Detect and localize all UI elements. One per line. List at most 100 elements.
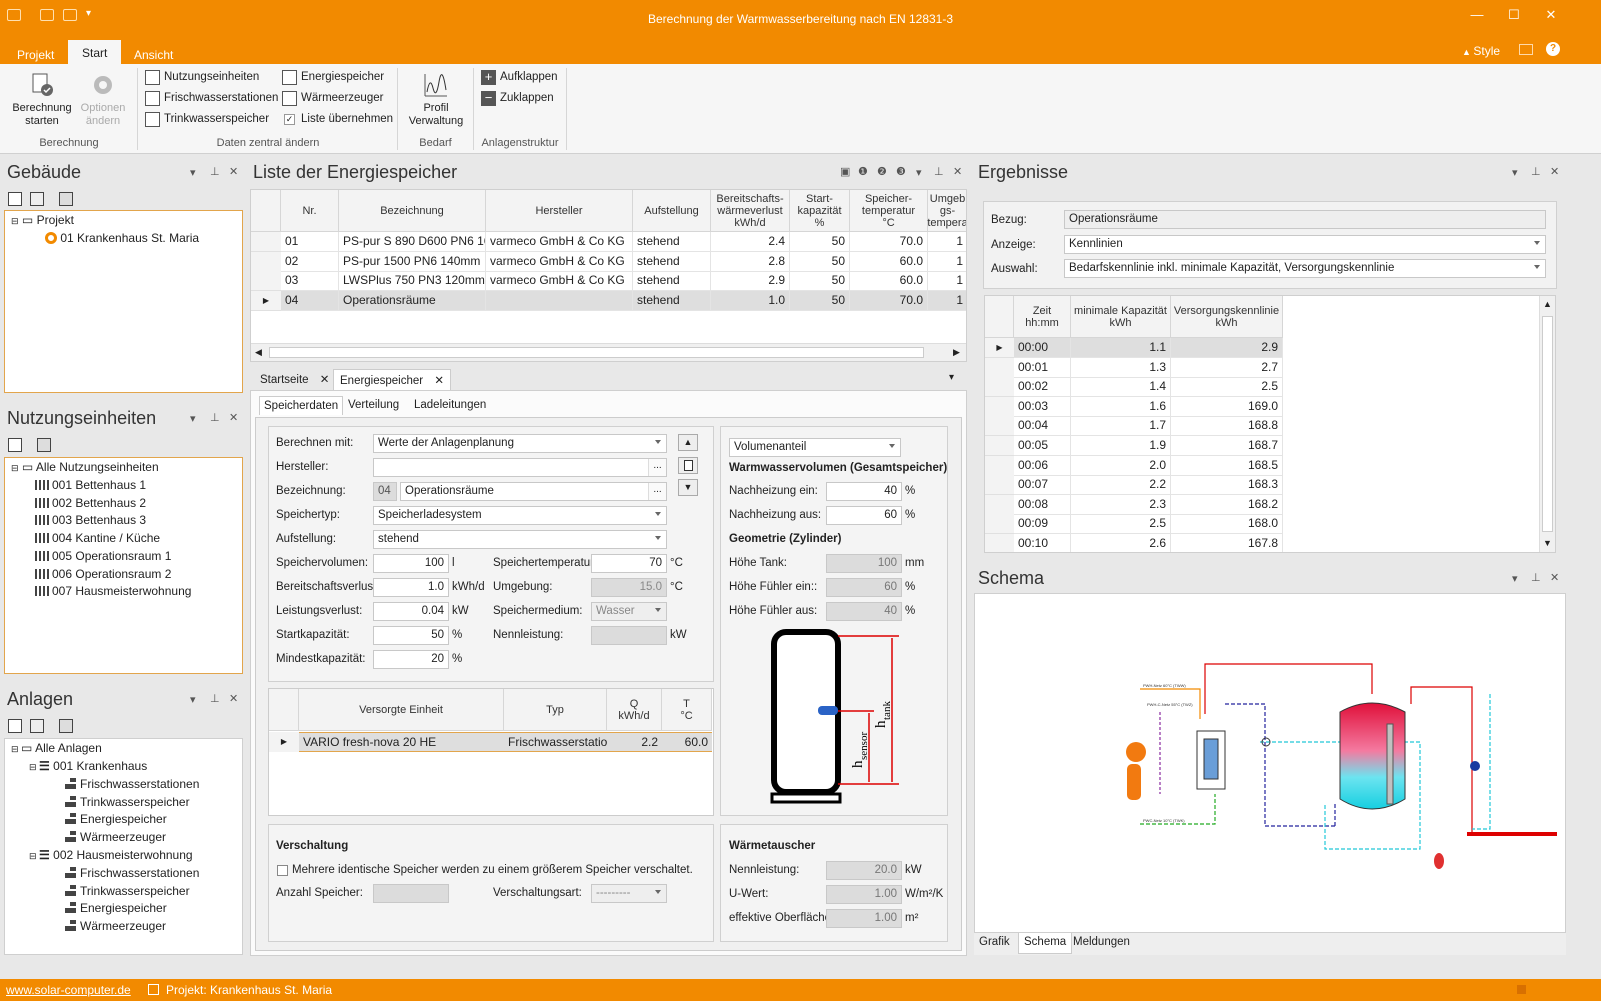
close-icon[interactable]: ✕ — [229, 692, 238, 705]
row-header[interactable] — [251, 251, 281, 272]
settings-icon[interactable] — [30, 719, 44, 733]
table-cell[interactable]: stehend — [633, 290, 711, 311]
tree-item-anlage[interactable]: Frischwasserstationen — [65, 864, 199, 882]
row-header[interactable] — [985, 396, 1014, 417]
table-cell[interactable]: PS-pur S 890 D600 PN6 16... — [339, 232, 486, 252]
table-cell[interactable]: 60.0 — [850, 251, 928, 272]
subtab-speicherdaten[interactable]: Speicherdaten — [259, 396, 344, 415]
style-menu[interactable]: ▲ Style — [1462, 44, 1500, 58]
pin-icon[interactable]: ⊥ — [210, 165, 220, 178]
panel-menu-icon[interactable]: ▾ — [190, 166, 196, 179]
tab-projekt[interactable]: Projekt — [3, 42, 68, 64]
table-cell[interactable]: VARIO fresh-nova 20 HE — [299, 732, 504, 752]
table-cell[interactable]: 00:09 — [1014, 514, 1071, 535]
liste-header[interactable]: Bezeichnung — [339, 190, 486, 232]
tree-item-nutzung[interactable]: 004 Kantine / Küche — [35, 529, 160, 547]
horizontal-scrollbar[interactable]: ◀ ▶ — [251, 343, 966, 361]
subtab-ladeleitungen[interactable]: Ladeleitungen — [414, 399, 486, 411]
anzeige-select[interactable]: Kennlinien — [1064, 235, 1546, 254]
row-header[interactable] — [985, 377, 1014, 398]
table-cell[interactable]: 2.2 — [1071, 475, 1171, 496]
table-cell[interactable]: 00:01 — [1014, 357, 1071, 378]
tree-item-nutzung[interactable]: 001 Bettenhaus 1 — [35, 476, 146, 494]
close-icon[interactable]: ✕ — [1550, 571, 1559, 584]
table-cell[interactable]: 1 — [928, 232, 966, 252]
scroll-up-icon[interactable]: ▲ — [1543, 299, 1552, 309]
tree-group[interactable]: ⊟ ☰ 002 Hausmeisterwohnung — [29, 846, 193, 865]
table-cell[interactable]: 50 — [790, 232, 850, 252]
help-icon[interactable]: ? — [1546, 42, 1560, 56]
new-icon[interactable] — [8, 719, 22, 733]
document-button[interactable] — [678, 457, 698, 474]
table-cell[interactable]: 168.7 — [1171, 436, 1283, 456]
table-cell[interactable]: 00:00 — [1014, 338, 1071, 358]
row-header[interactable] — [251, 271, 281, 291]
table-cell[interactable]: 2.9 — [711, 271, 790, 291]
speichervolumen-input[interactable]: 100 — [373, 554, 449, 573]
waermeerzeuger-button[interactable]: Wärmeerzeuger — [282, 90, 383, 108]
delete-icon[interactable] — [37, 438, 51, 452]
row-header[interactable] — [985, 514, 1014, 535]
table-cell[interactable]: 00:08 — [1014, 494, 1071, 515]
tree-item-anlage[interactable]: Wärmeerzeuger — [65, 828, 166, 846]
table-cell[interactable]: 50 — [790, 271, 850, 291]
copy-icon[interactable] — [30, 192, 44, 206]
pin-icon[interactable]: ⊥ — [210, 692, 220, 705]
table-cell[interactable]: 1.1 — [1071, 338, 1171, 358]
tab-meldungen[interactable]: Meldungen — [1073, 936, 1130, 948]
tree-item-nutzung[interactable]: 007 Hausmeisterwohnung — [35, 582, 191, 600]
table-cell[interactable]: 02 — [281, 251, 339, 272]
versorgt-header[interactable]: Versorgte Einheit — [299, 689, 504, 731]
table-cell[interactable]: 168.8 — [1171, 416, 1283, 437]
monitor-icon[interactable] — [1519, 44, 1533, 55]
table-cell[interactable]: 1 — [928, 290, 966, 311]
table-cell[interactable]: 2.7 — [1171, 357, 1283, 378]
table-cell[interactable]: 2.9 — [1171, 338, 1283, 358]
delete-icon[interactable] — [59, 719, 73, 733]
table-cell[interactable]: stehend — [633, 232, 711, 252]
table-cell[interactable]: 2.2 — [607, 732, 662, 752]
table-cell[interactable]: 50 — [790, 290, 850, 311]
tree-item-anlage[interactable]: Frischwasserstationen — [65, 775, 199, 793]
scroll-down-icon[interactable]: ▼ — [1543, 538, 1552, 548]
table-cell[interactable]: 00:10 — [1014, 534, 1071, 552]
ergebnisse-header[interactable]: Zeit hh:mm — [1014, 296, 1071, 338]
table-cell[interactable]: stehend — [633, 271, 711, 291]
liste-uebernehmen-checkbox[interactable]: ✓ Liste übernehmen — [282, 111, 393, 129]
table-cell[interactable]: 00:06 — [1014, 455, 1071, 476]
close-button[interactable]: ✕ — [1541, 6, 1561, 24]
aufklappen-button[interactable]: + Aufklappen — [481, 69, 558, 87]
table-cell[interactable]: 00:02 — [1014, 377, 1071, 398]
liste-header[interactable]: Start- kapazität % — [790, 190, 850, 232]
tree-root[interactable]: ⊟ ▭ Alle Anlagen — [11, 739, 102, 758]
maximize-button[interactable]: ☐ — [1504, 6, 1524, 24]
table-cell[interactable]: 2.8 — [711, 251, 790, 272]
table-cell[interactable]: 2.5 — [1171, 377, 1283, 398]
nachheizung-ein-input[interactable]: 40 — [826, 482, 902, 501]
scrollbar-thumb[interactable] — [269, 347, 924, 358]
startkapazitaet-input[interactable]: 50 — [373, 626, 449, 645]
close-tab-icon[interactable]: ✕ — [320, 374, 330, 386]
table-cell[interactable]: 1.6 — [1071, 396, 1171, 417]
pin-icon[interactable]: ⊥ — [1531, 165, 1541, 178]
table-cell[interactable]: 1.4 — [1071, 377, 1171, 398]
table-cell[interactable]: 168.2 — [1171, 494, 1283, 515]
table-cell[interactable]: 1.0 — [711, 290, 790, 311]
website-link[interactable]: www.solar-computer.de — [6, 983, 131, 997]
close-icon[interactable]: ✕ — [1550, 165, 1559, 178]
table-cell[interactable]: PS-pur 1500 PN6 140mm — [339, 251, 486, 272]
table-cell[interactable]: 50 — [790, 251, 850, 272]
tree-item-anlage[interactable]: Wärmeerzeuger — [65, 917, 166, 935]
tree-root[interactable]: ⊟ ▭ Alle Nutzungseinheiten — [11, 458, 159, 477]
liste-header[interactable]: Nr. — [281, 190, 339, 232]
table-cell[interactable]: Frischwasserstation — [504, 732, 607, 752]
table-cell[interactable]: 03 — [281, 271, 339, 291]
table-cell[interactable]: 168.3 — [1171, 475, 1283, 496]
berechnen-mit-select[interactable]: Werte der Anlagenplanung — [373, 434, 667, 453]
liste-header[interactable]: Hersteller — [486, 190, 633, 232]
ellipsis-button[interactable]: ... — [648, 483, 666, 500]
table-cell[interactable]: LWSPlus 750 PN3 120mm ... — [339, 271, 486, 291]
tab-ansicht[interactable]: Ansicht — [120, 42, 187, 64]
row-header[interactable] — [985, 357, 1014, 378]
scroll-right-icon[interactable]: ▶ — [953, 347, 960, 358]
